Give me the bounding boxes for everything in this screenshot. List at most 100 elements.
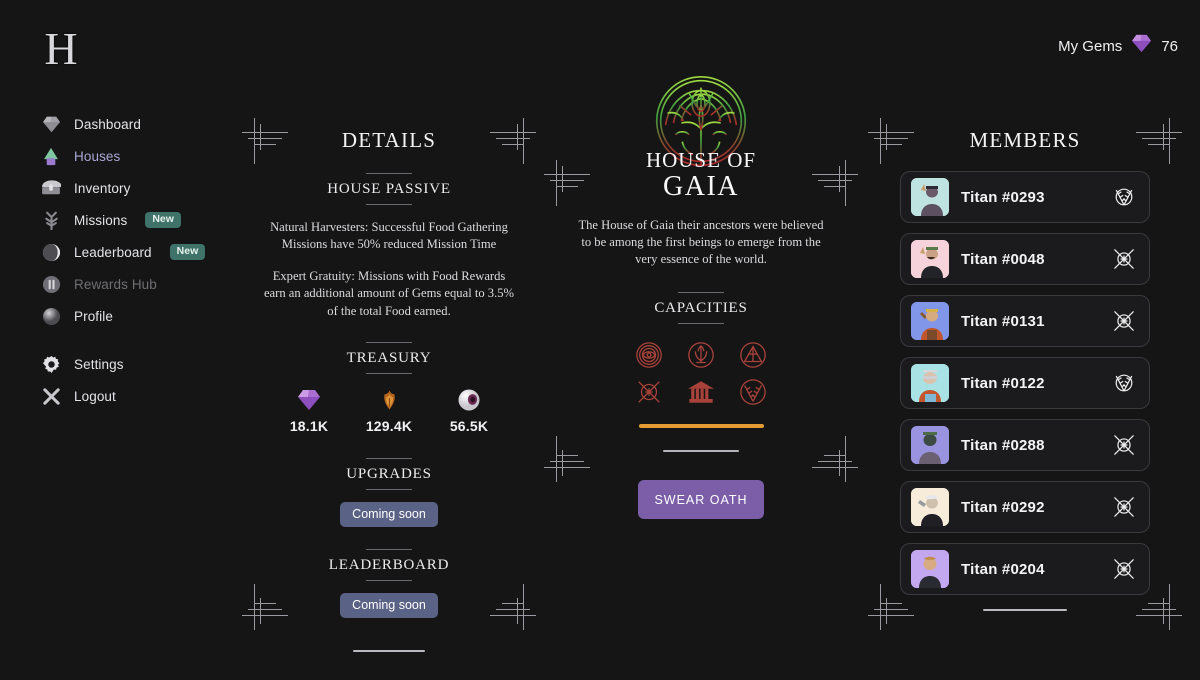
app-logo-letter: H xyxy=(44,23,78,74)
avatar xyxy=(911,240,949,278)
sidebar: H Dashboard Houses Inventory Missions Ne… xyxy=(0,0,230,680)
orb-icon xyxy=(40,241,62,263)
eye-sigil-icon xyxy=(623,336,675,373)
section-rule xyxy=(366,204,412,205)
temple-sigil-icon xyxy=(675,373,727,410)
sidebar-divider xyxy=(40,332,230,348)
treasury-heading: TREASURY xyxy=(346,349,432,366)
wheat-sigil-icon xyxy=(1109,182,1139,212)
section-rule xyxy=(366,457,412,459)
avatar xyxy=(911,550,949,588)
member-name: Titan #0204 xyxy=(961,560,1045,578)
sidebar-nav: Dashboard Houses Inventory Missions New … xyxy=(40,108,230,412)
panel-bottom-rule xyxy=(353,649,425,652)
ornament-corner-br xyxy=(490,584,536,630)
gems-counter[interactable]: My Gems 76 xyxy=(1058,34,1178,58)
section-rule xyxy=(366,579,412,581)
upgrades-coming-soon-button[interactable]: Coming soon xyxy=(340,501,438,527)
house-name-line1: HOUSE OF xyxy=(645,148,757,172)
member-row[interactable]: Titan #0048 xyxy=(900,233,1150,285)
gem-icon xyxy=(281,386,337,414)
sidebar-item-label: Rewards Hub xyxy=(74,276,157,292)
member-name: Titan #0122 xyxy=(961,374,1045,392)
treasury-value: 56.5K xyxy=(449,417,489,434)
pyramid-sigil-icon xyxy=(727,336,779,373)
sidebar-item-leaderboard[interactable]: Leaderboard New xyxy=(40,236,230,268)
members-list[interactable]: Titan #0293 Titan #0048 Titan #0131 Tita… xyxy=(872,171,1178,595)
trident-sigil-icon xyxy=(675,336,727,373)
house-panel: HOUSE OF GAIA The House of Gaia their an… xyxy=(544,75,858,612)
section-rule xyxy=(366,372,412,374)
section-rule xyxy=(366,341,412,343)
section-rule xyxy=(366,173,412,174)
treasury-item-food: 129.4K xyxy=(361,386,417,434)
house-progress-bar xyxy=(638,424,764,429)
house-detail-page: H Dashboard Houses Inventory Missions Ne… xyxy=(0,0,1200,680)
member-row[interactable]: Titan #0292 xyxy=(900,481,1150,533)
sidebar-badge-new: New xyxy=(169,243,206,261)
member-row[interactable]: Titan #0122 xyxy=(900,357,1150,409)
wheat-sigil-icon xyxy=(727,373,779,410)
member-name: Titan #0048 xyxy=(961,250,1045,268)
member-name: Titan #0293 xyxy=(961,188,1045,206)
details-title: DETAILS xyxy=(341,128,437,152)
member-name: Titan #0131 xyxy=(961,312,1045,330)
app-logo[interactable]: H xyxy=(44,24,78,74)
sidebar-item-settings[interactable]: Settings xyxy=(40,348,230,380)
house-passive-text-1: Natural Harvesters: Successful Food Gath… xyxy=(270,220,508,252)
sidebar-item-rewards-hub[interactable]: Rewards Hub xyxy=(40,268,230,300)
sidebar-item-inventory[interactable]: Inventory xyxy=(40,172,230,204)
sidebar-item-label: Profile xyxy=(74,308,113,324)
treasury-item-essence: 56.5K xyxy=(441,386,497,434)
members-panel: MEMBERS Titan #0293 Titan #0048 Titan #0… xyxy=(868,118,1182,630)
sidebar-badge-new: New xyxy=(145,211,181,229)
house-name: HOUSE OF GAIA xyxy=(548,148,854,203)
capacities-grid xyxy=(548,336,854,410)
member-row[interactable]: Titan #0131 xyxy=(900,295,1150,347)
members-title: MEMBERS xyxy=(969,128,1081,152)
crossed-swords-sigil-icon xyxy=(623,373,675,410)
member-row[interactable]: Titan #0204 xyxy=(900,543,1150,595)
sidebar-item-houses[interactable]: Houses xyxy=(40,140,230,172)
crossed-swords-sigil-icon xyxy=(1109,492,1139,522)
sidebar-item-label: Settings xyxy=(74,356,124,372)
section-rule xyxy=(678,323,724,325)
section-rule xyxy=(366,548,412,550)
crossed-swords-sigil-icon xyxy=(1109,554,1139,584)
crossed-swords-sigil-icon xyxy=(1109,244,1139,274)
leaderboard-coming-soon-button[interactable]: Coming soon xyxy=(340,592,438,618)
sidebar-item-profile[interactable]: Profile xyxy=(40,300,230,332)
section-rule xyxy=(366,488,412,490)
sidebar-item-label: Houses xyxy=(74,148,121,164)
sidebar-item-label: Missions xyxy=(74,212,128,228)
treasury-row: 18.1K 129.4K 56.5K xyxy=(248,386,530,434)
sphere-icon xyxy=(40,305,62,327)
chest-icon xyxy=(40,177,62,199)
sidebar-item-dashboard[interactable]: Dashboard xyxy=(40,108,230,140)
swear-oath-button[interactable]: SWEAR OATH xyxy=(638,480,764,520)
sidebar-item-missions[interactable]: Missions New xyxy=(40,204,230,236)
avatar xyxy=(911,426,949,464)
member-row[interactable]: Titan #0293 xyxy=(900,171,1150,223)
eye-icon xyxy=(441,386,497,414)
sidebar-item-logout[interactable]: Logout xyxy=(40,380,230,412)
ornament-corner-br xyxy=(812,436,858,482)
house-divider xyxy=(663,450,739,453)
gear-icon xyxy=(40,353,62,375)
avatar xyxy=(911,364,949,402)
ornament-corner-bl xyxy=(544,436,590,482)
house-name-line2: GAIA xyxy=(663,171,739,202)
member-name: Titan #0288 xyxy=(961,436,1045,454)
member-row[interactable]: Titan #0288 xyxy=(900,419,1150,471)
panel-bottom-rule xyxy=(983,609,1067,611)
ornament-corner-bl xyxy=(242,584,288,630)
gems-value: 76 xyxy=(1161,37,1178,55)
avatar xyxy=(911,302,949,340)
treasury-value: 129.4K xyxy=(365,417,413,434)
wheat-sigil-icon xyxy=(1109,368,1139,398)
house-passive-text-2: Expert Gratuity: Missions with Food Rewa… xyxy=(263,268,515,318)
logout-icon xyxy=(40,385,62,407)
coin-icon xyxy=(40,273,62,295)
wheat-icon xyxy=(40,209,62,231)
food-icon xyxy=(361,386,417,414)
